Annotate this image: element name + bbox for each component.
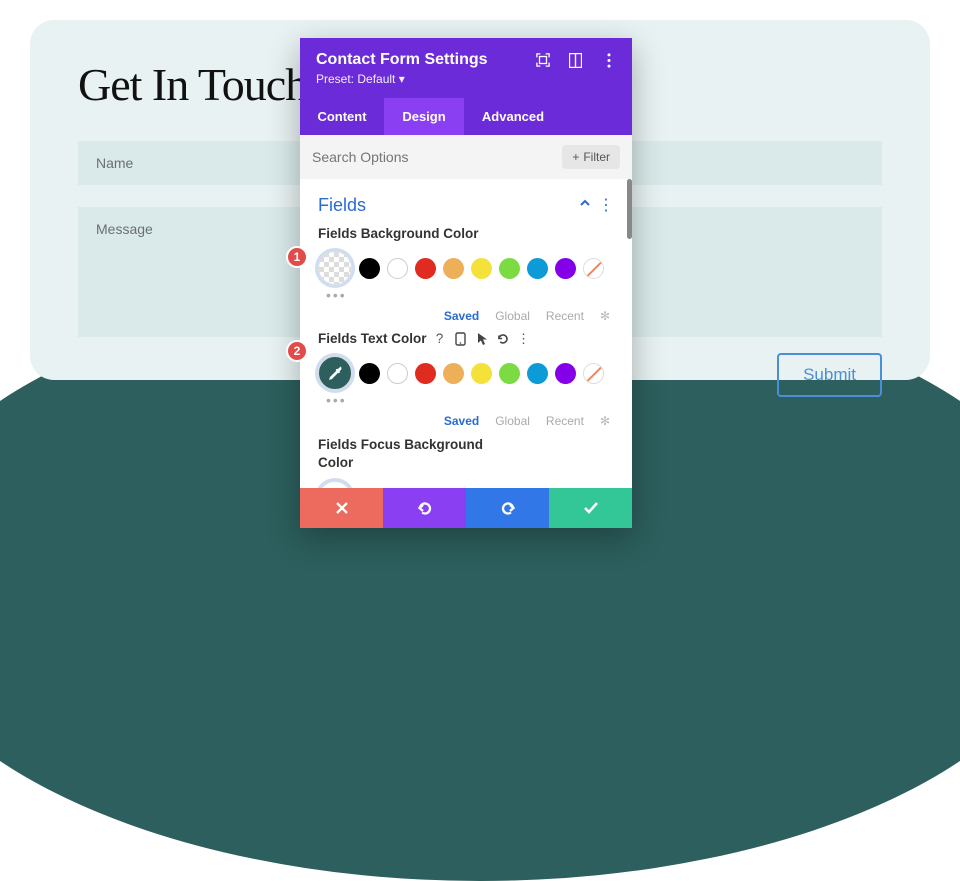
panel-footer	[300, 488, 632, 528]
expand-icon[interactable]	[535, 53, 550, 68]
redo-button[interactable]	[466, 488, 549, 528]
transparent-swatch[interactable]	[318, 251, 352, 285]
color-swatch[interactable]	[415, 363, 436, 384]
option-label: Fields Text Color ? ⋮	[318, 331, 614, 346]
color-swatch[interactable]	[555, 258, 576, 279]
color-swatch[interactable]	[471, 363, 492, 384]
color-swatch[interactable]	[527, 363, 548, 384]
footer-saved[interactable]: Saved	[444, 309, 479, 323]
color-swatch[interactable]	[359, 363, 380, 384]
option-footer: Saved Global Recent ✻	[318, 414, 614, 428]
more-dots-icon[interactable]: •••	[318, 287, 614, 303]
none-swatch[interactable]	[583, 258, 604, 279]
columns-icon[interactable]	[568, 53, 583, 68]
color-swatch[interactable]	[471, 258, 492, 279]
filter-button[interactable]: + Filter	[562, 145, 620, 169]
check-icon	[583, 501, 599, 515]
chevron-up-icon[interactable]	[578, 196, 592, 215]
gear-icon[interactable]: ✻	[600, 309, 610, 323]
footer-saved[interactable]: Saved	[444, 414, 479, 428]
annotation-badge-1: 1	[286, 246, 308, 268]
tab-advanced[interactable]: Advanced	[464, 98, 562, 135]
hover-cursor-icon[interactable]	[475, 332, 489, 346]
eyedropper-icon	[327, 365, 343, 381]
color-swatch[interactable]	[387, 258, 408, 279]
eyedropper-swatch[interactable]	[318, 356, 352, 390]
preset-label: Preset: Default	[316, 72, 395, 86]
option-fields-focus-bg-color: Fields Focus Background Color	[302, 436, 630, 488]
option-label-text: Fields Text Color	[318, 331, 427, 346]
search-row: + Filter	[300, 135, 632, 179]
swatch-row	[318, 356, 614, 390]
none-swatch[interactable]	[583, 363, 604, 384]
settings-panel: Contact Form Settings Preset: Default ▾ …	[300, 38, 632, 528]
gear-icon[interactable]: ✻	[600, 414, 610, 428]
footer-global[interactable]: Global	[495, 309, 530, 323]
tab-design[interactable]: Design	[384, 98, 464, 135]
color-swatch[interactable]	[359, 258, 380, 279]
search-input[interactable]	[312, 149, 562, 165]
panel-scroll: Fields ⋮ Fields Background Color •••	[300, 179, 632, 488]
color-swatch[interactable]	[443, 258, 464, 279]
panel-header-icons	[535, 53, 616, 68]
undo-button[interactable]	[383, 488, 466, 528]
section-actions: ⋮	[578, 196, 614, 215]
save-button[interactable]	[549, 488, 632, 528]
preset-dropdown[interactable]: Preset: Default ▾	[316, 72, 616, 86]
section-title: Fields	[318, 195, 366, 216]
section-header-fields[interactable]: Fields ⋮	[302, 179, 630, 226]
close-icon	[335, 501, 349, 515]
caret-down-icon: ▾	[399, 72, 405, 86]
color-swatch[interactable]	[415, 258, 436, 279]
undo-icon	[416, 500, 434, 516]
eyedropper-swatch[interactable]	[318, 481, 352, 488]
tab-content[interactable]: Content	[300, 98, 384, 135]
responsive-icon[interactable]	[454, 332, 468, 346]
color-swatch[interactable]	[527, 258, 548, 279]
filter-label: Filter	[583, 150, 610, 164]
color-swatch[interactable]	[499, 258, 520, 279]
option-fields-text-color: Fields Text Color ? ⋮	[302, 331, 630, 436]
swatch-row	[318, 481, 614, 488]
option-label: Fields Focus Background Color	[318, 436, 498, 471]
footer-global[interactable]: Global	[495, 414, 530, 428]
more-vertical-icon[interactable]: ⋮	[598, 198, 614, 214]
panel-title-row: Contact Form Settings	[316, 51, 616, 69]
color-swatch[interactable]	[555, 363, 576, 384]
color-swatch[interactable]	[443, 363, 464, 384]
panel-title: Contact Form Settings	[316, 51, 488, 69]
more-vertical-icon[interactable]	[601, 53, 616, 68]
help-icon[interactable]: ?	[433, 332, 447, 346]
more-vertical-icon[interactable]: ⋮	[517, 332, 531, 346]
submit-button[interactable]: Submit	[777, 353, 882, 397]
swatch-row	[318, 251, 614, 285]
plus-icon: +	[572, 150, 579, 164]
annotation-badge-2: 2	[286, 340, 308, 362]
footer-recent[interactable]: Recent	[546, 414, 584, 428]
more-dots-icon[interactable]: •••	[318, 392, 614, 408]
redo-icon	[499, 500, 517, 516]
option-footer: Saved Global Recent ✻	[318, 309, 614, 323]
color-swatch[interactable]	[387, 363, 408, 384]
panel-tabs: Content Design Advanced	[300, 98, 632, 135]
reset-icon[interactable]	[496, 332, 510, 346]
color-swatch[interactable]	[499, 363, 520, 384]
footer-recent[interactable]: Recent	[546, 309, 584, 323]
close-button[interactable]	[300, 488, 383, 528]
option-label: Fields Background Color	[318, 226, 614, 241]
option-fields-bg-color: Fields Background Color ••• Saved Global…	[302, 226, 630, 331]
option-tools: ? ⋮	[433, 332, 531, 346]
panel-header: Contact Form Settings Preset: Default ▾	[300, 38, 632, 98]
scrollbar-thumb[interactable]	[627, 179, 632, 239]
